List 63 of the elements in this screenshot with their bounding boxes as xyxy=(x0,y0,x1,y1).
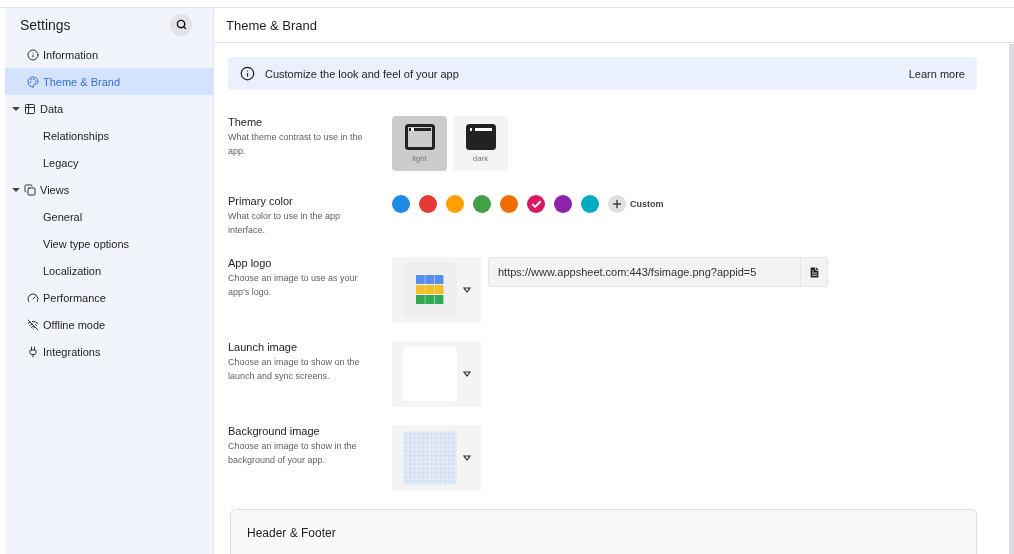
palette-icon xyxy=(27,75,39,88)
table-icon xyxy=(24,102,36,115)
search-button[interactable] xyxy=(170,13,192,36)
color-swatch[interactable] xyxy=(419,195,437,213)
color-swatch[interactable] xyxy=(446,195,464,213)
color-swatch[interactable] xyxy=(581,195,599,213)
caret-icon[interactable] xyxy=(12,185,20,194)
setting-description: Choose an image to show on the launch and sync screens. xyxy=(228,356,361,383)
window-icon xyxy=(404,124,435,150)
sidebar-item[interactable]: Information xyxy=(5,41,213,68)
color-swatch[interactable] xyxy=(473,195,491,213)
gauge-icon xyxy=(27,291,39,304)
file-icon xyxy=(807,265,821,279)
color-swatch[interactable] xyxy=(554,195,572,213)
sidebar-item[interactable]: Views xyxy=(5,176,213,203)
window-icon xyxy=(465,124,496,150)
image-picker[interactable] xyxy=(392,257,481,323)
plus-icon xyxy=(611,198,623,210)
setting-description: What color to use in the app interface. xyxy=(228,210,342,237)
url-field[interactable]: https://www.appsheet.com:443/fsimage.png?appid=5 xyxy=(488,257,800,287)
wifi-off-icon xyxy=(27,318,39,331)
sidebar-item[interactable]: Integrations xyxy=(5,338,213,365)
sidebar-item[interactable]: Relationships xyxy=(5,122,213,149)
setting-label: Theme xyxy=(228,116,264,128)
sidebar-item[interactable]: View type options xyxy=(5,230,213,257)
check-icon xyxy=(530,198,542,210)
sidebar-title: Settings xyxy=(20,16,71,33)
custom-color-button[interactable]: Custom xyxy=(608,195,664,213)
dropdown-caret-icon xyxy=(463,371,471,377)
dropdown-caret-icon xyxy=(463,455,471,461)
color-swatch[interactable] xyxy=(392,195,410,213)
sidebar-item[interactable]: Localization xyxy=(5,257,213,284)
sidebar-item[interactable]: Offline mode xyxy=(5,311,213,338)
copy-icon xyxy=(24,183,36,196)
page-title: Theme & Brand xyxy=(226,17,318,33)
color-swatch[interactable] xyxy=(527,195,545,213)
setting-label: Launch image xyxy=(228,341,299,353)
sidebar-item[interactable]: Legacy xyxy=(5,149,213,176)
setting-description: What theme contrast to use in the app. xyxy=(228,131,364,158)
sidebar-item[interactable]: Theme & Brand xyxy=(5,68,213,95)
setting-description: Choose an image to show in the background of your app. xyxy=(228,440,358,467)
learn-more-link[interactable]: Learn more xyxy=(908,67,965,80)
caret-icon[interactable] xyxy=(12,104,20,113)
info-icon xyxy=(240,66,255,81)
dropdown-caret-icon xyxy=(463,287,471,293)
color-swatch[interactable] xyxy=(500,195,518,213)
sidebar-item[interactable]: Data xyxy=(5,95,213,122)
scrollbar[interactable] xyxy=(1009,44,1014,554)
sidebar-item[interactable]: Performance xyxy=(5,284,213,311)
plug-icon xyxy=(27,345,39,358)
setting-label: Background image xyxy=(228,425,321,437)
setting-label: App logo xyxy=(228,257,273,269)
search-icon xyxy=(175,19,187,30)
setting-label: Primary color xyxy=(228,195,294,207)
banner-text: Customize the look and feel of your app xyxy=(265,67,460,80)
sidebar-item[interactable]: General xyxy=(5,203,213,230)
grid-logo-icon xyxy=(416,275,444,305)
file-button[interactable] xyxy=(800,257,828,287)
grid-pattern-icon xyxy=(404,432,456,484)
info-icon xyxy=(27,48,39,61)
section-title: Header & Footer xyxy=(247,526,336,540)
setting-description: Choose an image to use as your app's logo. xyxy=(228,272,359,299)
theme-option[interactable]: dark xyxy=(453,116,508,171)
